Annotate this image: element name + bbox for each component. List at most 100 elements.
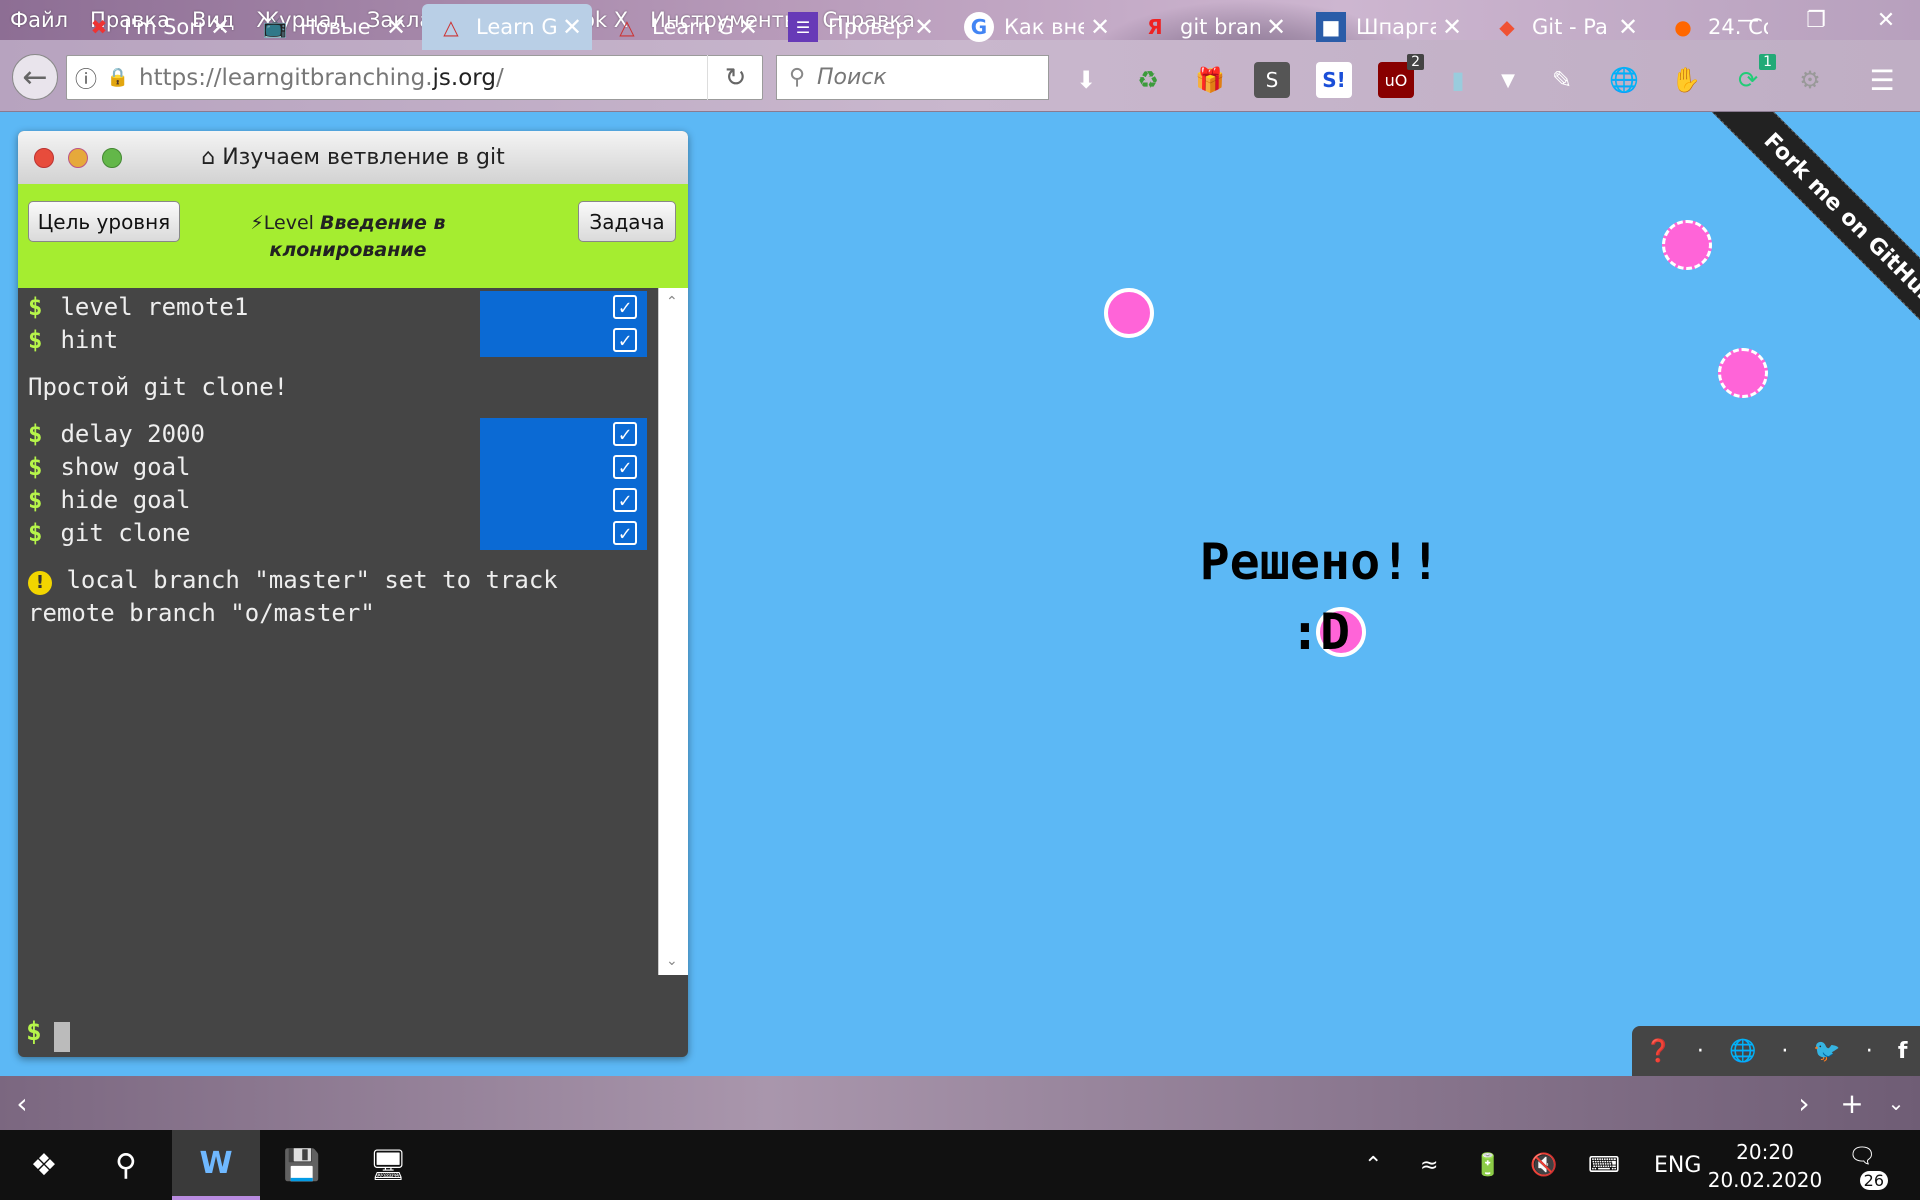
- tab-close-icon[interactable]: ✕: [1266, 13, 1286, 41]
- browser-tab[interactable]: Яgit bran ✕: [1126, 4, 1296, 50]
- checkbox-checked-icon: ✓: [613, 488, 637, 512]
- computer-taskbar-icon[interactable]: 🖥: [344, 1130, 432, 1200]
- notification-center-icon[interactable]: 🗨 26: [1840, 1144, 1888, 1190]
- facebook-icon[interactable]: f: [1898, 1039, 1908, 1064]
- browser-tab[interactable]: ◆ Git - Pa ✕: [1478, 4, 1648, 50]
- battery-icon[interactable]: 🔋: [1474, 1130, 1501, 1200]
- browser-tab[interactable]: △ Learn Git✕: [598, 4, 768, 50]
- output-message: Простой git clone!: [28, 373, 289, 401]
- language-indicator[interactable]: ENG: [1654, 1130, 1701, 1200]
- globe-icon[interactable]: 🌐: [1606, 62, 1642, 98]
- command-done-bar: ✓: [480, 418, 647, 451]
- tab-list-chevron-icon[interactable]: ⌄: [1876, 1076, 1916, 1130]
- help-icon[interactable]: ❓: [1645, 1039, 1672, 1064]
- minimize-dot-icon[interactable]: [68, 148, 88, 168]
- browser-tab[interactable]: G Как вне ✕: [950, 4, 1120, 50]
- close-icon[interactable]: ✕: [1852, 0, 1920, 40]
- tab-close-icon[interactable]: ✕: [1618, 13, 1638, 41]
- new-tab-icon[interactable]: +: [1832, 1076, 1872, 1130]
- command-text: show goal: [60, 453, 191, 481]
- solved-smiley: :D: [1289, 603, 1351, 661]
- tab-close-icon[interactable]: ✕: [1442, 13, 1462, 41]
- terminal-scrollbar[interactable]: ⌃ ⌄: [658, 288, 688, 975]
- browser-tab[interactable]: 📺 Новые ✕: [246, 4, 416, 50]
- commit-node[interactable]: [1104, 288, 1154, 338]
- tab-label: Провер: [828, 15, 908, 39]
- sync-badge: 1: [1759, 54, 1776, 70]
- command-prompt[interactable]: $: [26, 1017, 70, 1052]
- tray-chevron-up-icon[interactable]: ⌃: [1364, 1130, 1382, 1200]
- ublock-badge: 2: [1407, 54, 1424, 70]
- browser-tab[interactable]: ● 24. Co: [1654, 4, 1784, 50]
- tab-close-icon[interactable]: ✕: [386, 13, 406, 41]
- tab-label: git bran: [1180, 15, 1260, 39]
- scroll-down-icon[interactable]: ⌄: [666, 953, 678, 969]
- windows-taskbar: ❖ ⚲ W 💾 🖥 ⌃ ≈ 🔋 🔇 ⌨ ENG 20:20 20.02.2020…: [0, 1130, 1920, 1200]
- browser-tab[interactable]: ✖ I'm Sorry✕: [70, 4, 240, 50]
- tab-favicon-icon: ◆: [1499, 15, 1515, 39]
- menu-file[interactable]: Файл: [10, 8, 68, 32]
- sp-extension-icon[interactable]: S!: [1316, 62, 1352, 98]
- command-line: $ delay 2000 ✓: [18, 418, 658, 451]
- search-input[interactable]: ⚲ Поиск: [776, 55, 1049, 100]
- url-bar[interactable]: ⓘ 🔒 https://learngitbranching.js.org/: [66, 55, 763, 100]
- clock-date: 20.02.2020: [1707, 1168, 1823, 1192]
- browser-tab[interactable]: ■ Шпарга ✕: [1302, 4, 1472, 50]
- url-text[interactable]: https://learngitbranching.js.org/: [139, 65, 504, 91]
- browser-tab-active[interactable]: △ Learn Git✕: [422, 4, 592, 50]
- tab-close-icon[interactable]: ✕: [1090, 13, 1110, 41]
- level-goal-button[interactable]: Цель уровня: [28, 201, 180, 242]
- clock-time: 20:20: [1736, 1140, 1794, 1164]
- hamburger-menu-icon[interactable]: ☰: [1864, 62, 1900, 98]
- restore-icon[interactable]: ❐: [1782, 0, 1850, 40]
- save-app-taskbar-icon[interactable]: 💾: [258, 1130, 346, 1200]
- recycle-icon[interactable]: ♻: [1130, 62, 1166, 98]
- tab-favicon-icon: Я: [1147, 15, 1163, 39]
- clock[interactable]: 20:20 20.02.2020: [1700, 1138, 1830, 1194]
- chevron-down-icon[interactable]: ▼: [1490, 62, 1526, 98]
- maximize-dot-icon[interactable]: [102, 148, 122, 168]
- reload-button[interactable]: ↻: [707, 55, 763, 100]
- hand-icon[interactable]: ✋: [1668, 62, 1704, 98]
- tabs-scroll-right-icon[interactable]: ›: [1784, 1076, 1824, 1130]
- download-icon[interactable]: ⬇: [1068, 62, 1104, 98]
- s-extension-icon[interactable]: S: [1254, 62, 1290, 98]
- sync-icon[interactable]: ⟳ 1: [1730, 54, 1776, 98]
- info-icon[interactable]: ⓘ: [67, 62, 105, 94]
- wifi-icon[interactable]: ≈: [1420, 1130, 1438, 1200]
- tab-label: Как вне: [1004, 15, 1084, 39]
- arrow-left-icon: ←: [22, 59, 48, 95]
- command-text: hint: [60, 326, 119, 354]
- twitter-icon[interactable]: 🐦: [1813, 1039, 1840, 1064]
- url-domain: js.org: [432, 64, 496, 91]
- search-icon[interactable]: ⚲: [82, 1130, 170, 1200]
- tab-label: Шпарга: [1356, 15, 1436, 39]
- tab-label: I'm Sorry: [124, 15, 204, 39]
- back-button[interactable]: ←: [12, 54, 58, 100]
- command-done-bar: ✓: [480, 291, 647, 324]
- close-dot-icon[interactable]: [34, 148, 54, 168]
- keyboard-icon[interactable]: ⌨: [1588, 1130, 1620, 1200]
- translate-icon[interactable]: ✎: [1544, 62, 1580, 98]
- tab-close-icon[interactable]: ✕: [914, 13, 934, 41]
- waterfox-taskbar-icon[interactable]: W: [172, 1130, 260, 1200]
- ublock-icon[interactable]: uO 2: [1378, 54, 1424, 98]
- tab-close-icon[interactable]: ✕: [562, 13, 582, 41]
- tab-close-icon[interactable]: ✕: [210, 13, 230, 41]
- checkbox-checked-icon: ✓: [613, 521, 637, 545]
- tabs-scroll-left-icon[interactable]: ‹: [2, 1076, 42, 1130]
- tab-close-icon[interactable]: ✕: [738, 13, 758, 41]
- tab-favicon-icon: G: [964, 12, 994, 42]
- tab-label: Learn Git: [476, 15, 556, 39]
- browser-tab[interactable]: ☰ Провер ✕: [774, 4, 944, 50]
- command-text: level remote1: [60, 293, 249, 321]
- windows-start-icon[interactable]: ❖: [0, 1130, 88, 1200]
- volume-muted-icon[interactable]: 🔇: [1530, 1130, 1557, 1200]
- scroll-up-icon[interactable]: ⌃: [666, 294, 678, 310]
- task-button[interactable]: Задача: [578, 201, 676, 242]
- gift-icon[interactable]: 🎁: [1192, 62, 1228, 98]
- globe-icon[interactable]: 🌐: [1729, 1039, 1756, 1064]
- addon-icon[interactable]: ⚙: [1792, 62, 1828, 98]
- prompt-symbol: $: [28, 293, 43, 321]
- reader-icon[interactable]: ▮: [1440, 62, 1476, 98]
